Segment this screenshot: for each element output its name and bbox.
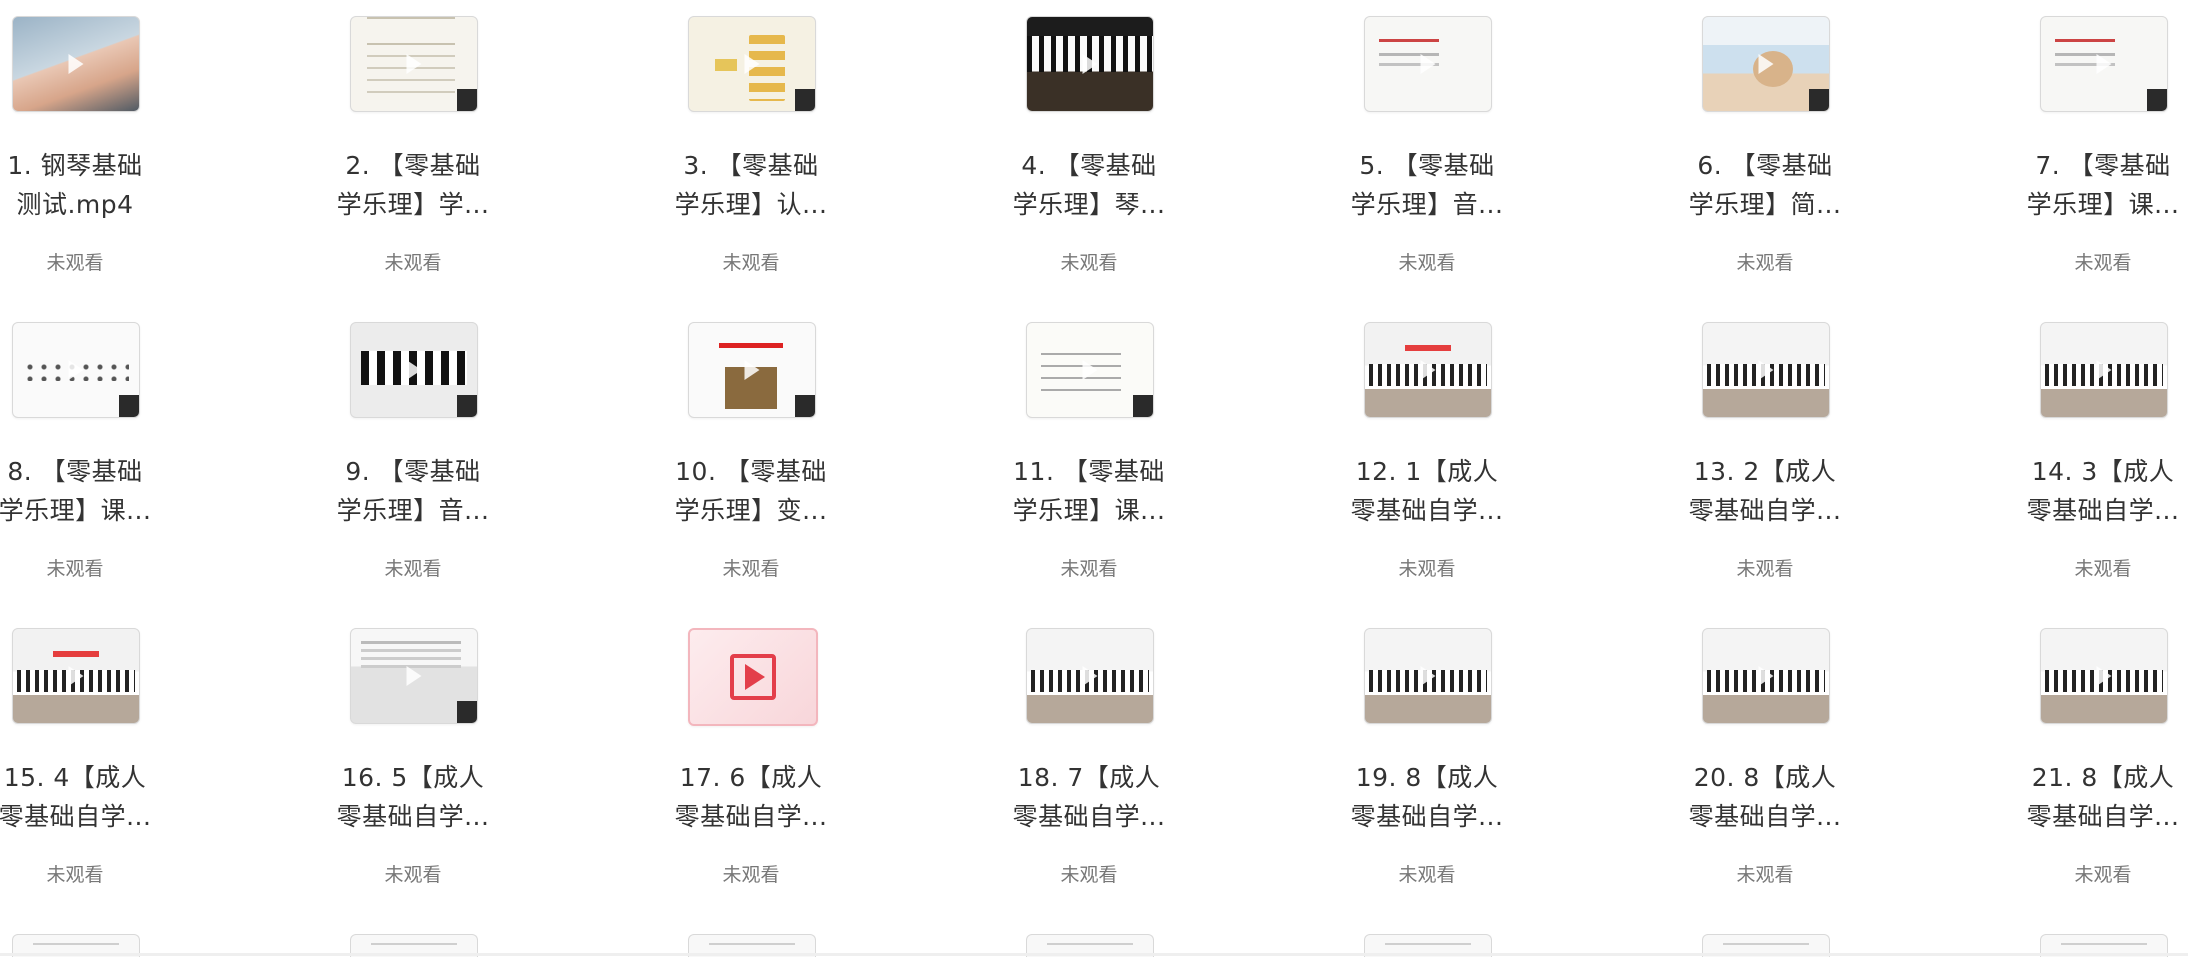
play-icon	[744, 360, 760, 380]
play-icon	[406, 666, 422, 686]
video-thumbnail[interactable]	[1364, 628, 1492, 724]
watch-status: 未观看	[1060, 558, 1118, 580]
video-title[interactable]: 9. 【零基础 学乐理】音...	[288, 452, 538, 530]
play-icon	[406, 54, 422, 74]
play-icon	[406, 360, 422, 380]
video-thumbnail[interactable]	[1364, 322, 1492, 418]
play-icon	[1758, 666, 1774, 686]
play-icon	[68, 360, 84, 380]
video-title[interactable]: 20. 8【成人 零基础自学...	[1640, 758, 1890, 836]
video-thumbnail[interactable]	[2040, 628, 2168, 724]
watch-status: 未观看	[1736, 558, 1794, 580]
watch-status: 未观看	[1398, 252, 1456, 274]
play-icon	[1420, 360, 1436, 380]
video-title[interactable]: 2. 【零基础 学乐理】学...	[288, 146, 538, 224]
video-title[interactable]: 11. 【零基础 学乐理】课...	[964, 452, 1214, 530]
video-thumbnail[interactable]	[350, 322, 478, 418]
watch-status: 未观看	[1736, 252, 1794, 274]
video-thumbnail[interactable]	[1702, 16, 1830, 112]
video-title[interactable]: 5. 【零基础 学乐理】音...	[1302, 146, 1552, 224]
watch-status: 未观看	[384, 252, 442, 274]
video-title[interactable]: 3. 【零基础 学乐理】认...	[626, 146, 876, 224]
video-grid: 1. 钢琴基础 测试.mp4 未观看 2. 【零基础 学乐理】学... 未观看 3.…	[0, 0, 2188, 957]
video-title[interactable]: 4. 【零基础 学乐理】琴...	[964, 146, 1214, 224]
video-thumbnail[interactable]	[12, 16, 140, 112]
video-title[interactable]: 21. 8【成人 零基础自学...	[1978, 758, 2188, 836]
video-thumbnail[interactable]	[1026, 16, 1154, 112]
watch-status: 未观看	[46, 558, 104, 580]
watch-status: 未观看	[722, 558, 780, 580]
play-icon	[1758, 360, 1774, 380]
video-thumbnail[interactable]	[1026, 322, 1154, 418]
video-thumbnail[interactable]	[2040, 16, 2168, 112]
video-thumbnail[interactable]	[1026, 628, 1154, 724]
play-icon	[2096, 360, 2112, 380]
watch-status: 未观看	[384, 864, 442, 886]
play-icon	[1082, 360, 1098, 380]
video-thumbnail[interactable]	[1364, 16, 1492, 112]
video-thumbnail[interactable]	[12, 628, 140, 724]
watch-status: 未观看	[46, 252, 104, 274]
video-title[interactable]: 15. 4【成人 零基础自学...	[0, 758, 200, 836]
video-title[interactable]: 7. 【零基础 学乐理】课...	[1978, 146, 2188, 224]
play-icon	[1420, 54, 1436, 74]
video-thumbnail[interactable]	[688, 322, 816, 418]
video-thumbnail[interactable]	[350, 16, 478, 112]
play-icon	[68, 54, 84, 74]
video-title[interactable]: 16. 5【成人 零基础自学...	[288, 758, 538, 836]
play-icon	[730, 654, 776, 700]
watch-status: 未观看	[46, 864, 104, 886]
play-icon	[1758, 54, 1774, 74]
watch-status: 未观看	[1060, 864, 1118, 886]
watch-status: 未观看	[2074, 252, 2132, 274]
watch-status: 未观看	[2074, 558, 2132, 580]
watch-status: 未观看	[384, 558, 442, 580]
watch-status: 未观看	[1736, 864, 1794, 886]
play-icon	[2096, 666, 2112, 686]
watch-status: 未观看	[1398, 864, 1456, 886]
video-thumbnail[interactable]	[1702, 322, 1830, 418]
video-thumbnail[interactable]	[2040, 322, 2168, 418]
video-thumbnail[interactable]	[688, 628, 818, 726]
video-title[interactable]: 13. 2【成人 零基础自学...	[1640, 452, 1890, 530]
video-title[interactable]: 18. 7【成人 零基础自学...	[964, 758, 1214, 836]
play-icon	[1082, 54, 1098, 74]
play-icon	[744, 54, 760, 74]
video-thumbnail[interactable]	[12, 322, 140, 418]
watch-status: 未观看	[722, 252, 780, 274]
video-title[interactable]: 12. 1【成人 零基础自学...	[1302, 452, 1552, 530]
video-title[interactable]: 6. 【零基础 学乐理】简...	[1640, 146, 1890, 224]
play-icon	[68, 666, 84, 686]
video-title[interactable]: 1. 钢琴基础 测试.mp4	[0, 146, 200, 224]
video-thumbnail[interactable]	[350, 628, 478, 724]
watch-status: 未观看	[722, 864, 780, 886]
video-thumbnail[interactable]	[688, 16, 816, 112]
watch-status: 未观看	[2074, 864, 2132, 886]
video-title[interactable]: 8. 【零基础 学乐理】课...	[0, 452, 200, 530]
video-title[interactable]: 19. 8【成人 零基础自学...	[1302, 758, 1552, 836]
video-thumbnail[interactable]	[1702, 628, 1830, 724]
video-title[interactable]: 14. 3【成人 零基础自学...	[1978, 452, 2188, 530]
play-icon	[2096, 54, 2112, 74]
play-icon	[1082, 666, 1098, 686]
play-icon	[1420, 666, 1436, 686]
video-title[interactable]: 10. 【零基础 学乐理】变...	[626, 452, 876, 530]
watch-status: 未观看	[1060, 252, 1118, 274]
video-title[interactable]: 17. 6【成人 零基础自学...	[626, 758, 876, 836]
watch-status: 未观看	[1398, 558, 1456, 580]
